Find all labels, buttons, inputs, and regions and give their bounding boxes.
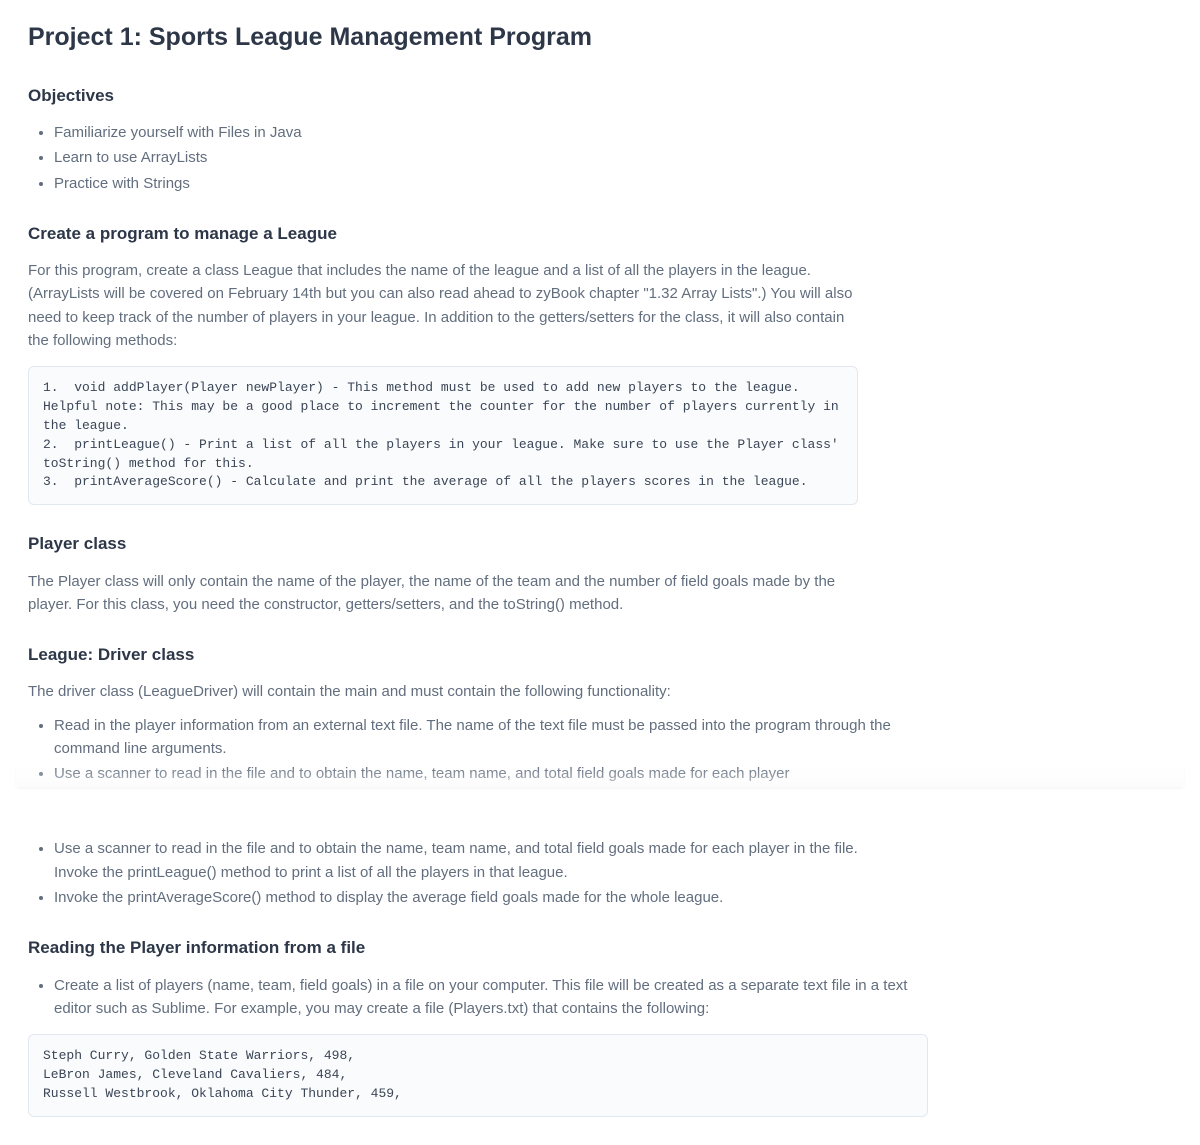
reading-heading: Reading the Player information from a fi… [28, 935, 1172, 961]
list-item-text-extra: Invoke the printLeague() method to print… [54, 864, 568, 881]
create-paragraph: For this program, create a class League … [28, 259, 858, 352]
list-item: Familiarize yourself with Files in Java [54, 121, 908, 144]
driver-heading: League: Driver class [28, 642, 1172, 668]
objectives-list: Familiarize yourself with Files in Java … [28, 121, 908, 195]
driver-paragraph: The driver class (LeagueDriver) will con… [28, 680, 858, 703]
objectives-heading: Objectives [28, 83, 1172, 109]
players-file-code-block: Steph Curry, Golden State Warriors, 498,… [28, 1034, 928, 1117]
list-item: Use a scanner to read in the file and to… [54, 837, 908, 884]
methods-code-block: 1. void addPlayer(Player newPlayer) - Th… [28, 366, 858, 505]
player-paragraph: The Player class will only contain the n… [28, 570, 858, 617]
list-item: Create a list of players (name, team, fi… [54, 974, 908, 1021]
list-item: Invoke the printAverageScore() method to… [54, 886, 908, 909]
driver-list-2: Use a scanner to read in the file and to… [28, 837, 908, 909]
list-item-text: Use a scanner to read in the file and to… [54, 840, 858, 857]
player-heading: Player class [28, 531, 1172, 557]
list-item: Learn to use ArrayLists [54, 146, 908, 169]
list-item: Read in the player information from an e… [54, 714, 908, 761]
list-item: Use a scanner to read in the file and to… [54, 762, 908, 785]
create-heading: Create a program to manage a League [28, 221, 1172, 247]
driver-list-1: Read in the player information from an e… [28, 714, 908, 786]
reading-list: Create a list of players (name, team, fi… [28, 974, 908, 1021]
list-item: Practice with Strings [54, 172, 908, 195]
page-title: Project 1: Sports League Management Prog… [28, 18, 1172, 57]
